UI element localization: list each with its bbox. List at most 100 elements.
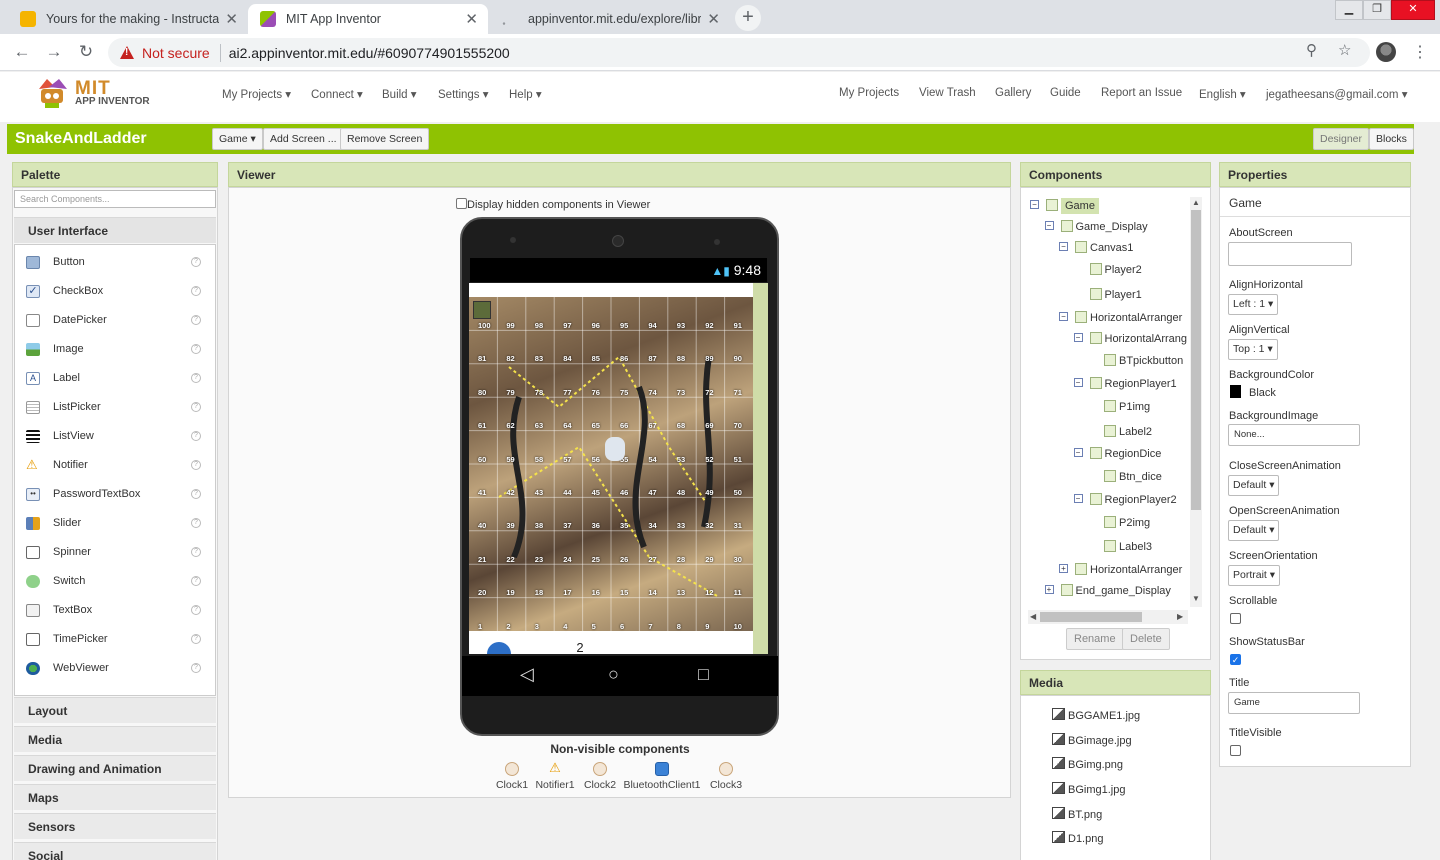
tree-horizontal-scroll-thumb[interactable] (1040, 612, 1142, 622)
tree-node[interactable]: − Canvas1 (1059, 241, 1133, 254)
menu-connect[interactable]: Connect ▾ (311, 87, 363, 101)
tree-node[interactable]: − Game (1030, 198, 1099, 214)
blocks-button[interactable]: Blocks (1369, 128, 1414, 150)
prop-alignhorizontal-select[interactable]: Left : 1 ▾ (1228, 294, 1279, 315)
browser-tab-instructables[interactable]: Yours for the making - Instructab ✕ (8, 4, 248, 34)
profile-avatar[interactable] (1376, 42, 1396, 62)
delete-button[interactable]: Delete (1122, 628, 1170, 650)
tree-node[interactable]: − Game_Display (1044, 220, 1148, 233)
help-icon[interactable]: ? (191, 257, 201, 267)
display-hidden-checkbox[interactable] (456, 198, 467, 209)
link-report-issue[interactable]: Report an Issue (1101, 87, 1182, 99)
tree-vertical-scroll-thumb[interactable] (1191, 210, 1201, 510)
media-file[interactable]: BGGAME1.jpg (1052, 708, 1140, 722)
nonvisible-bluetoothclient1[interactable]: BluetoothClient1 (620, 762, 704, 791)
collapse-icon[interactable]: − (1030, 200, 1039, 209)
tree-node[interactable]: − HorizontalArranger (1059, 311, 1182, 324)
tree-node[interactable]: − HorizontalArrang (1073, 332, 1187, 345)
designer-button[interactable]: Designer (1313, 128, 1370, 150)
collapse-icon[interactable]: − (1073, 378, 1083, 387)
nonvisible-notifier1[interactable]: ⚠ Notifier1 (533, 761, 577, 791)
zoom-icon[interactable]: ⚲ (1306, 41, 1317, 59)
link-my-projects[interactable]: My Projects (839, 87, 899, 99)
add-screen-button[interactable]: Add Screen ... (263, 128, 344, 150)
help-icon[interactable]: ? (191, 344, 201, 354)
palette-item-timepicker[interactable]: TimePicker? (15, 626, 215, 655)
palette-category-layout[interactable]: Layout (14, 697, 216, 723)
palette-category-drawing-animation[interactable]: Drawing and Animation (14, 755, 216, 781)
tree-node[interactable]: BTpickbutton (1104, 354, 1183, 367)
link-view-trash[interactable]: View Trash (919, 87, 976, 99)
media-file[interactable]: BGimage.jpg (1052, 733, 1132, 747)
palette-item-image[interactable]: Image? (15, 336, 215, 365)
bookmark-star-icon[interactable]: ☆ (1338, 41, 1351, 59)
close-tab-icon[interactable]: ✕ (465, 10, 478, 28)
tree-node[interactable]: Btn_dice (1104, 470, 1162, 483)
link-guide[interactable]: Guide (1050, 87, 1081, 99)
player1-sprite[interactable] (605, 437, 625, 461)
prop-aboutscreen-textarea[interactable] (1228, 242, 1352, 266)
tree-node[interactable]: + HorizontalArranger (1059, 563, 1182, 576)
tree-node[interactable]: − RegionPlayer2 (1073, 493, 1177, 506)
expand-icon[interactable]: + (1059, 564, 1068, 573)
help-icon[interactable]: ? (191, 547, 201, 557)
not-secure-label[interactable]: Not secure (142, 45, 210, 61)
prop-title-input[interactable]: Game (1228, 692, 1360, 714)
close-tab-icon[interactable]: ✕ (707, 10, 720, 28)
media-file[interactable]: BGimg1.jpg (1052, 782, 1125, 796)
menu-build[interactable]: Build ▾ (382, 87, 417, 101)
menu-language[interactable]: English ▾ (1199, 87, 1246, 101)
palette-item-switch[interactable]: Switch? (15, 568, 215, 597)
close-tab-icon[interactable]: ✕ (225, 10, 238, 28)
prop-closescreenanimation-select[interactable]: Default ▾ (1228, 475, 1280, 496)
tree-node[interactable]: P2img (1104, 516, 1150, 529)
app-inventor-logo-icon[interactable] (33, 75, 73, 111)
collapse-icon[interactable]: − (1059, 242, 1068, 251)
palette-item-passwordtextbox[interactable]: •• PasswordTextBox? (15, 481, 215, 510)
remove-screen-button[interactable]: Remove Screen (340, 128, 430, 150)
scroll-down-icon[interactable]: ▼ (1192, 594, 1200, 603)
restore-window-button[interactable]: ❐ (1363, 0, 1391, 20)
minimize-window-button[interactable]: ▁ (1335, 0, 1363, 20)
collapse-icon[interactable]: − (1073, 494, 1083, 503)
menu-my-projects[interactable]: My Projects ▾ (222, 87, 291, 101)
tree-node[interactable]: − RegionDice (1073, 447, 1161, 460)
collapse-icon[interactable]: − (1073, 448, 1083, 457)
reload-icon[interactable]: ↻ (76, 42, 96, 62)
collapse-icon[interactable]: − (1073, 333, 1083, 342)
prop-alignvertical-select[interactable]: Top : 1 ▾ (1228, 339, 1278, 360)
menu-account[interactable]: jegatheesans@gmail.com ▾ (1266, 87, 1407, 101)
palette-item-webviewer[interactable]: WebViewer? (15, 655, 215, 684)
nonvisible-clock1[interactable]: Clock1 (492, 762, 532, 791)
prop-screenorientation-select[interactable]: Portrait ▾ (1228, 565, 1281, 586)
scroll-up-icon[interactable]: ▲ (1192, 198, 1200, 207)
help-icon[interactable]: ? (191, 315, 201, 325)
prop-openscreenanimation-select[interactable]: Default ▾ (1228, 520, 1280, 541)
prop-scrollable-checkbox[interactable] (1230, 613, 1241, 624)
palette-item-listpicker[interactable]: ListPicker? (15, 394, 215, 423)
tree-node[interactable]: Label2 (1104, 425, 1152, 438)
scroll-left-icon[interactable]: ◀ (1030, 612, 1036, 621)
palette-category-social[interactable]: Social (14, 842, 216, 860)
palette-item-listview[interactable]: ListView? (15, 423, 215, 452)
media-file[interactable]: BGimg.png (1052, 757, 1123, 771)
close-window-button[interactable]: ✕ (1391, 0, 1435, 20)
omnibox[interactable]: Not secure ai2.appinventor.mit.edu/#6090… (108, 38, 1370, 67)
palette-category-sensors[interactable]: Sensors (14, 813, 216, 839)
palette-search-input[interactable]: Search Components... (14, 190, 216, 208)
media-file[interactable]: D1.png (1052, 831, 1103, 845)
help-icon[interactable]: ? (191, 286, 201, 296)
palette-item-spinner[interactable]: Spinner? (15, 539, 215, 568)
url-text[interactable]: ai2.appinventor.mit.edu/#609077490155520… (229, 45, 510, 61)
rename-button[interactable]: Rename (1066, 628, 1124, 650)
prop-titlevisible-checkbox[interactable] (1230, 745, 1241, 756)
prop-showstatusbar-checkbox[interactable]: ✓ (1230, 654, 1241, 665)
display-hidden-toggle[interactable]: Display hidden components in Viewer (456, 198, 650, 211)
help-icon[interactable]: ? (191, 663, 201, 673)
expand-icon[interactable]: + (1044, 585, 1054, 594)
help-icon[interactable]: ? (191, 431, 201, 441)
browser-tab-appinventor-library[interactable]: ˳ appinventor.mit.edu/explore/libr ✕ (490, 4, 730, 34)
link-gallery[interactable]: Gallery (995, 87, 1031, 99)
tree-node[interactable]: Player2 (1089, 263, 1142, 276)
back-arrow-icon[interactable]: ← (12, 42, 32, 62)
